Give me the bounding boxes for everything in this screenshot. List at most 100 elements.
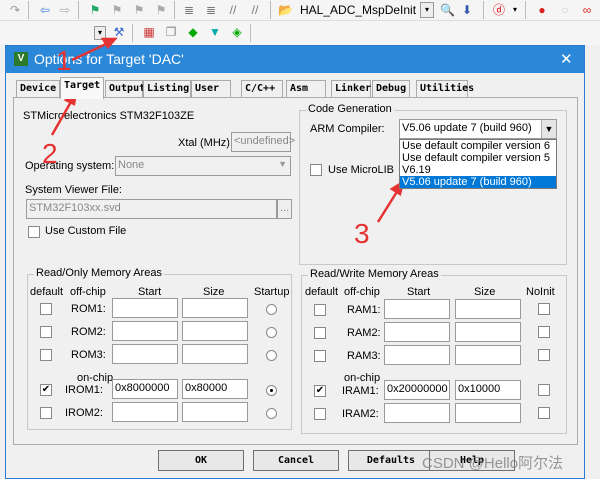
svf-browse-button[interactable]: ...: [277, 199, 292, 219]
start-input[interactable]: 0x20000000: [384, 380, 450, 400]
back-icon[interactable]: ⇦: [38, 3, 52, 17]
debug-session-icon[interactable]: ⓓ: [492, 3, 506, 17]
size-input[interactable]: 0x80000: [182, 379, 248, 399]
tab-utilities[interactable]: Utilities: [416, 80, 474, 98]
size-input[interactable]: [455, 403, 521, 423]
chevron-down-icon: ▼: [541, 120, 556, 138]
default-checkbox[interactable]: [40, 303, 52, 315]
comment-icon[interactable]: //: [226, 3, 240, 17]
tab-listing[interactable]: Listing: [143, 80, 191, 98]
breakpoint-icon[interactable]: ●: [535, 3, 549, 17]
startup-radio[interactable]: [266, 327, 277, 338]
pack-installer-icon[interactable]: ▼: [208, 25, 222, 39]
start-input[interactable]: [112, 402, 178, 422]
code-generation-group: Code Generation ARM Compiler: V5.06 upda…: [299, 103, 567, 265]
noinit-checkbox[interactable]: [538, 326, 550, 338]
compiler-option[interactable]: Use default compiler version 5: [400, 152, 556, 164]
default-checkbox[interactable]: [40, 349, 52, 361]
close-button[interactable]: ✕: [560, 50, 573, 68]
default-checkbox[interactable]: [40, 407, 52, 419]
forward-icon[interactable]: ⇨: [58, 3, 72, 17]
select-software-packs-icon[interactable]: ◈: [230, 25, 244, 39]
os-select[interactable]: None ▼: [115, 156, 291, 176]
tab-user[interactable]: User: [191, 80, 231, 98]
start-input[interactable]: [112, 321, 178, 341]
indent-icon[interactable]: ≣: [182, 3, 196, 17]
microlib-checkbox[interactable]: [310, 164, 322, 176]
tab-linker[interactable]: Linker: [331, 80, 371, 98]
cancel-button[interactable]: Cancel: [253, 450, 339, 471]
start-input[interactable]: [384, 322, 450, 342]
startup-radio[interactable]: [266, 385, 277, 396]
size-input[interactable]: [182, 321, 248, 341]
clear-bookmarks-icon[interactable]: ⚑: [154, 3, 168, 17]
kill-breakpoints-icon[interactable]: ∞: [580, 3, 594, 17]
start-input[interactable]: [384, 403, 450, 423]
tab-cc[interactable]: C/C++: [241, 80, 283, 98]
ram-group: Read/Write Memory Areas default off-chip…: [301, 268, 567, 434]
target-dropdown-button[interactable]: ▾: [94, 26, 106, 40]
size-input[interactable]: [455, 345, 521, 365]
debug-dropdown-icon[interactable]: ▾: [508, 3, 522, 17]
noinit-checkbox[interactable]: [538, 384, 550, 396]
size-input[interactable]: [455, 322, 521, 342]
arm-compiler-label: ARM Compiler:: [310, 123, 385, 135]
size-input[interactable]: [182, 298, 248, 318]
noinit-checkbox[interactable]: [538, 349, 550, 361]
function-combo[interactable]: HAL_ADC_MspDeInit: [300, 3, 416, 17]
custom-file-checkbox[interactable]: [28, 226, 40, 238]
tab-debug[interactable]: Debug: [372, 80, 410, 98]
startup-radio[interactable]: [266, 350, 277, 361]
compiler-option[interactable]: V6.19: [400, 164, 556, 176]
unindent-icon[interactable]: ≣: [204, 3, 218, 17]
startup-radio[interactable]: [266, 408, 277, 419]
options-for-target-icon[interactable]: ⚒: [112, 25, 126, 39]
find-in-files-icon[interactable]: 🔍: [440, 3, 455, 17]
rte-icon[interactable]: ◆: [186, 25, 200, 39]
start-input[interactable]: [112, 298, 178, 318]
size-input[interactable]: 0x10000: [455, 380, 521, 400]
noinit-checkbox[interactable]: [538, 407, 550, 419]
bookmark-icon[interactable]: ⚑: [88, 3, 102, 17]
manage-components-icon[interactable]: ▦: [142, 25, 156, 39]
prev-bookmark-icon[interactable]: ⚑: [110, 3, 124, 17]
tab-target[interactable]: Target: [60, 77, 105, 99]
default-checkbox[interactable]: [314, 408, 326, 420]
default-checkbox[interactable]: [40, 326, 52, 338]
memory-label: RAM2:: [347, 327, 381, 339]
arm-compiler-select[interactable]: V5.06 update 7 (build 960) ▼: [399, 119, 557, 139]
svf-input[interactable]: STM32F103xx.svd: [26, 199, 277, 219]
size-input[interactable]: [182, 402, 248, 422]
disable-breakpoint-icon[interactable]: ○: [558, 3, 572, 17]
default-checkbox[interactable]: [314, 350, 326, 362]
default-checkbox[interactable]: [314, 327, 326, 339]
tab-output[interactable]: Output: [105, 80, 145, 98]
incremental-find-icon[interactable]: ⬇: [460, 3, 474, 17]
toolbar-main: ↷ ⇦ ⇨ ⚑ ⚑ ⚑ ⚑ ≣ ≣ // // 📂 HAL_ADC_MspDeI…: [0, 0, 600, 21]
size-input[interactable]: [455, 299, 521, 319]
start-input[interactable]: [384, 299, 450, 319]
rom-title: Read/Only Memory Areas: [34, 267, 164, 279]
compiler-option-selected[interactable]: V5.06 update 7 (build 960): [400, 176, 556, 188]
tab-device[interactable]: Device: [16, 80, 61, 98]
default-checkbox[interactable]: ✔: [40, 384, 52, 396]
ok-button[interactable]: OK: [158, 450, 244, 471]
size-input[interactable]: [182, 344, 248, 364]
multi-project-icon[interactable]: ❐: [164, 25, 178, 39]
startup-radio[interactable]: [266, 304, 277, 315]
next-bookmark-icon[interactable]: ⚑: [132, 3, 146, 17]
start-input[interactable]: [384, 345, 450, 365]
uncomment-icon[interactable]: //: [248, 3, 262, 17]
default-checkbox[interactable]: ✔: [314, 385, 326, 397]
noinit-checkbox[interactable]: [538, 303, 550, 315]
target-panel: STMicroelectronics STM32F103ZE Xtal (MHz…: [13, 97, 578, 445]
header-offchip: off-chip: [70, 286, 106, 298]
start-input[interactable]: 0x8000000: [112, 379, 178, 399]
default-checkbox[interactable]: [314, 304, 326, 316]
compiler-option[interactable]: Use default compiler version 6: [400, 140, 556, 152]
tab-asm[interactable]: Asm: [286, 80, 326, 98]
xtal-input[interactable]: <undefined>: [231, 132, 295, 152]
start-input[interactable]: [112, 344, 178, 364]
redo-icon[interactable]: ↷: [8, 3, 22, 17]
combo-dropdown-button[interactable]: ▾: [420, 2, 434, 18]
